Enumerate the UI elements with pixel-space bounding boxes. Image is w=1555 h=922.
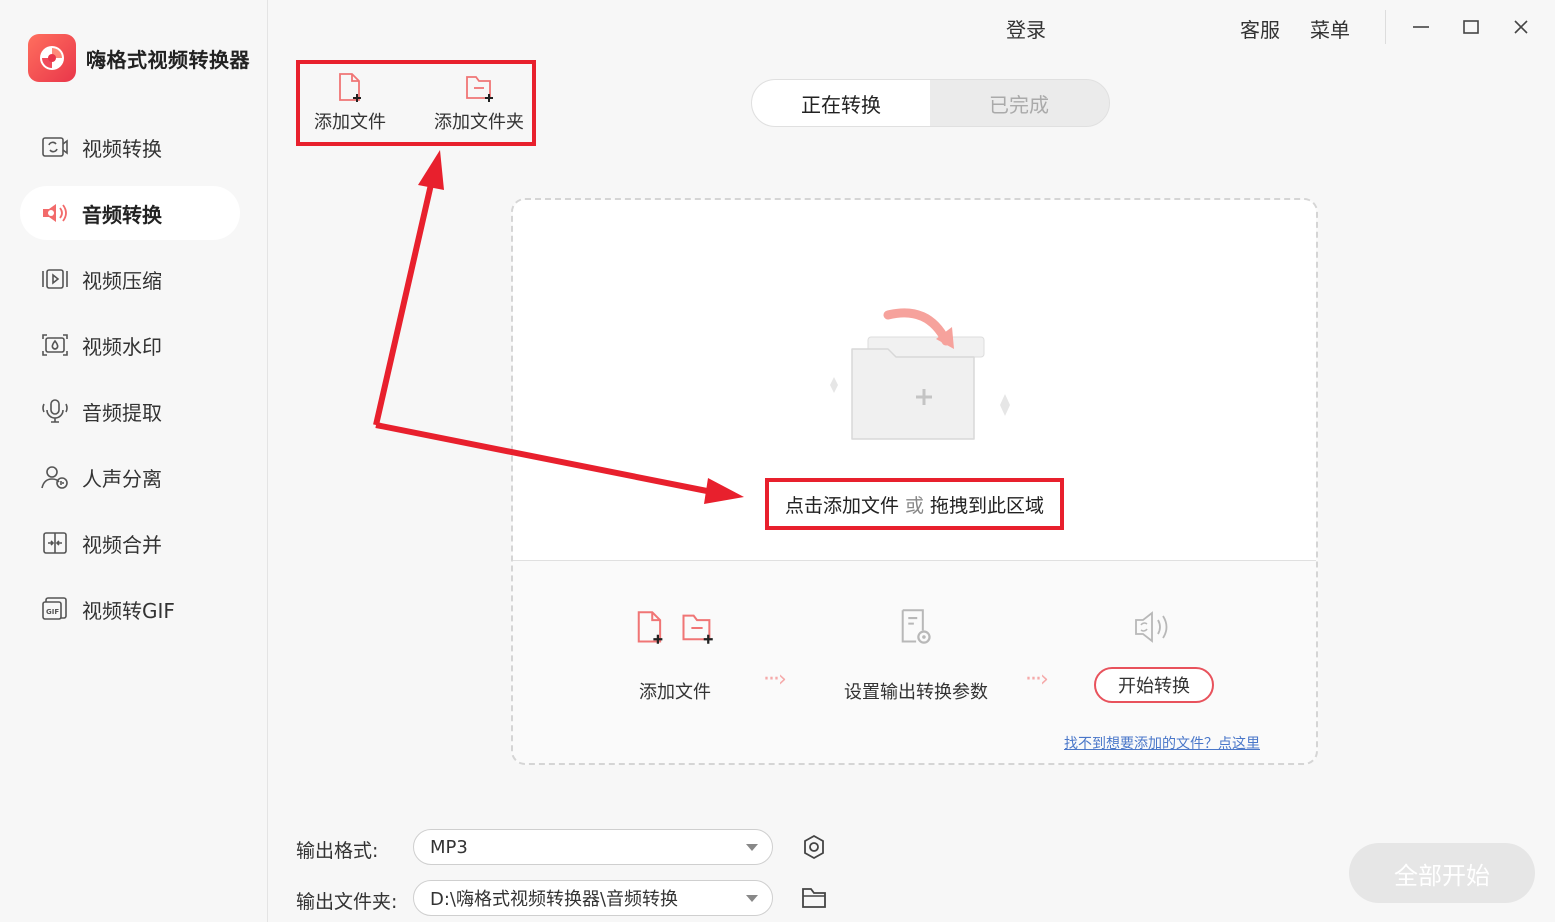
drop-zone-divider bbox=[513, 560, 1316, 561]
sidebar-item-label: 视频转换 bbox=[82, 136, 162, 161]
app-logo-icon bbox=[28, 34, 76, 82]
add-folder-button[interactable]: 添加文件夹 bbox=[434, 72, 524, 134]
output-format-label: 输出格式: bbox=[296, 840, 379, 862]
sidebar-item-video-to-gif[interactable]: GIF 视频转GIF bbox=[20, 582, 240, 636]
folder-icon bbox=[802, 888, 826, 908]
step1-label: 添加文件 bbox=[639, 682, 711, 703]
audio-convert-step-icon bbox=[1135, 611, 1168, 643]
folder-upload-illustration bbox=[818, 305, 1018, 449]
sidebar-item-video-compress[interactable]: 视频压缩 bbox=[20, 252, 240, 306]
output-folder-select[interactable]: D:\嗨格式视频转换器\音频转换 bbox=[413, 880, 773, 916]
sidebar-item-label: 视频压缩 bbox=[82, 268, 162, 293]
sidebar-item-video-watermark[interactable]: 视频水印 bbox=[20, 318, 240, 372]
sidebar-item-label: 视频水印 bbox=[82, 334, 162, 359]
folder-plus-icon bbox=[682, 614, 713, 644]
add-folder-icon bbox=[466, 76, 493, 102]
app-name: 嗨格式视频转换器 bbox=[86, 47, 250, 72]
output-format-value: MP3 bbox=[430, 836, 468, 858]
chevron-down-icon bbox=[746, 844, 758, 851]
sidebar-nav: 视频转换 音频转换 视频压缩 视频水印 音频提取 人声分离 视频合并 GIF 视… bbox=[20, 120, 240, 648]
file-toolbar: 添加文件 添加文件夹 bbox=[296, 60, 536, 146]
format-settings-button[interactable] bbox=[800, 833, 828, 861]
sidebar-item-video-convert[interactable]: 视频转换 bbox=[20, 120, 240, 174]
audio-extract-icon bbox=[40, 396, 70, 426]
add-file-icon bbox=[339, 73, 361, 102]
sidebar-item-video-merge[interactable]: 视频合并 bbox=[20, 516, 240, 570]
step-arrow-1: ···› bbox=[763, 667, 787, 692]
video-convert-icon bbox=[40, 132, 70, 162]
sidebar-item-audio-convert[interactable]: 音频转换 bbox=[20, 186, 240, 240]
file-plus-icon bbox=[637, 611, 663, 644]
step1-icons bbox=[633, 610, 715, 646]
sidebar-item-label: 音频提取 bbox=[82, 400, 162, 425]
add-file-label: 添加文件 bbox=[314, 112, 386, 133]
video-merge-icon bbox=[40, 528, 70, 558]
sidebar-item-label: 视频转GIF bbox=[82, 598, 175, 623]
sidebar-item-label: 视频合并 bbox=[82, 532, 162, 557]
sidebar-item-label: 人声分离 bbox=[82, 466, 162, 491]
step2-icon bbox=[898, 608, 932, 646]
workflow-steps: 添加文件 ···› 设置输出转换参数 ···› 开始转换 找不到想要添加的文件？… bbox=[513, 562, 1320, 762]
maximize-icon bbox=[1463, 20, 1479, 34]
start-convert-button[interactable]: 开始转换 bbox=[1094, 667, 1214, 703]
brand: 嗨格式视频转换器 bbox=[28, 34, 250, 82]
tab-completed[interactable]: 已完成 bbox=[930, 80, 1108, 126]
sidebar: 嗨格式视频转换器 视频转换 音频转换 视频压缩 视频水印 音频提取 人声分离 视… bbox=[0, 0, 268, 922]
sidebar-item-voice-separate[interactable]: 人声分离 bbox=[20, 450, 240, 504]
close-button[interactable] bbox=[1508, 14, 1534, 40]
hint-drag-text: 拖拽到此区域 bbox=[930, 494, 1045, 517]
add-file-hint[interactable]: 点击添加文件 或 拖拽到此区域 bbox=[765, 478, 1064, 530]
maximize-button[interactable] bbox=[1458, 14, 1484, 40]
video-watermark-icon bbox=[40, 330, 70, 360]
customer-service-link[interactable]: 客服 bbox=[1240, 14, 1280, 43]
start-all-button[interactable]: 全部开始 bbox=[1349, 843, 1535, 903]
output-folder-label: 输出文件夹: bbox=[296, 891, 398, 913]
menu-link[interactable]: 菜单 bbox=[1310, 14, 1350, 43]
step2-label: 设置输出转换参数 bbox=[844, 682, 988, 703]
login-link[interactable]: 登录 bbox=[1006, 14, 1046, 43]
title-bar-divider bbox=[1385, 10, 1386, 44]
tab-converting[interactable]: 正在转换 bbox=[752, 80, 930, 126]
step-arrow-2: ···› bbox=[1025, 667, 1049, 692]
add-file-button[interactable]: 添加文件 bbox=[314, 72, 386, 134]
minimize-icon bbox=[1413, 26, 1429, 28]
audio-convert-icon bbox=[40, 198, 70, 228]
hint-or-text: 或 bbox=[904, 494, 924, 517]
output-format-select[interactable]: MP3 bbox=[413, 829, 773, 865]
chevron-down-icon bbox=[746, 895, 758, 902]
video-compress-icon bbox=[40, 264, 70, 294]
minimize-button[interactable] bbox=[1408, 14, 1434, 40]
help-link[interactable]: 找不到想要添加的文件？点这里 bbox=[1064, 733, 1260, 753]
step3-icon bbox=[1133, 610, 1175, 644]
svg-text:GIF: GIF bbox=[46, 608, 59, 616]
voice-separate-icon bbox=[40, 462, 70, 492]
title-bar: 登录 客服 菜单 bbox=[268, 0, 1555, 56]
status-tabs: 正在转换 已完成 bbox=[751, 79, 1110, 127]
hint-click-text: 点击添加文件 bbox=[784, 494, 899, 517]
file-drop-zone[interactable]: 点击添加文件 或 拖拽到此区域 添加文件 ···› 设置输出转换参数 ···› … bbox=[511, 198, 1318, 765]
sidebar-item-audio-extract[interactable]: 音频提取 bbox=[20, 384, 240, 438]
output-folder-value: D:\嗨格式视频转换器\音频转换 bbox=[430, 889, 679, 910]
close-icon bbox=[1514, 20, 1528, 34]
sidebar-item-label: 音频转换 bbox=[82, 202, 162, 227]
add-folder-label: 添加文件夹 bbox=[434, 112, 524, 133]
open-folder-button[interactable] bbox=[800, 884, 828, 912]
video-to-gif-icon: GIF bbox=[40, 594, 70, 624]
settings-file-icon bbox=[901, 609, 931, 644]
gear-icon bbox=[804, 834, 824, 860]
